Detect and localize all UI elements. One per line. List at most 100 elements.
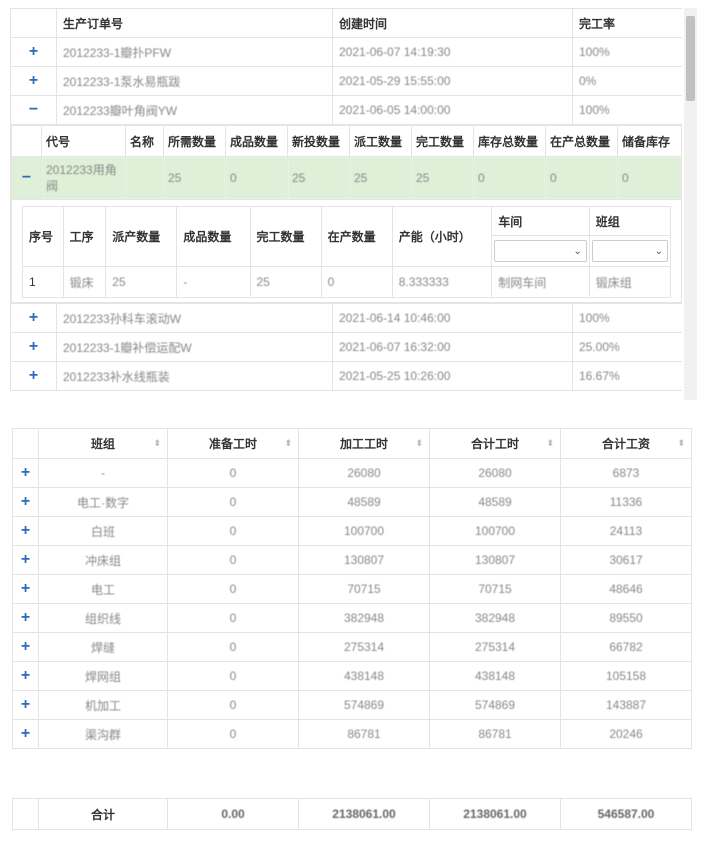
col-created[interactable]: 创建时间 — [332, 8, 573, 38]
col-prep-hours[interactable]: 准备工时 ⬍ — [167, 428, 299, 459]
sort-icon[interactable]: ⬍ — [415, 438, 423, 449]
total-wage: 546587.00 — [560, 798, 692, 830]
orders-panel: 生产订单号 创建时间 完工率 + 2012233-1瓣扑PFW 2021-06-… — [10, 8, 682, 400]
team-name: 渠沟群 — [38, 719, 168, 749]
summary-row[interactable]: + -0 26080 26080 6873 — [12, 458, 692, 488]
completion-rate: 100% — [572, 95, 682, 125]
col-rate[interactable]: 完工率 — [572, 8, 682, 38]
completion-rate: 16.67% — [572, 361, 682, 391]
order-row[interactable]: + 2012233-1瓣扑PFW 2021-06-07 14:19:30 100… — [10, 37, 682, 67]
summary-row[interactable]: + 组织线 0 382948 382948 89550 — [12, 603, 692, 633]
summary-row[interactable]: + 电工 0 70715 70715 48646 — [12, 574, 692, 604]
expand-icon[interactable]: + — [21, 638, 30, 655]
total-hours: 86781 — [429, 719, 561, 749]
team-summary-table: 班组 ⬍ 准备工时 ⬍ 加工工时 ⬍ 合计工时 ⬍ 合计工资 ⬍ + -0 26080 2608… — [12, 428, 692, 749]
totals-label: 合计 — [38, 798, 168, 830]
col-total-wage[interactable]: 合计工资 ⬍ — [560, 428, 692, 459]
col-code: 代号 — [41, 125, 126, 157]
order-row[interactable]: + 2012233-1泵水易瓶跋 2021-05-29 15:55:00 0% — [10, 66, 682, 96]
total-hours: 275314 — [429, 632, 561, 662]
component-header-row: 代号 名称 所需数量 成品数量 新投数量 派工数量 完工数量 库存总数量 在产总… — [11, 125, 682, 157]
expand-icon[interactable]: + — [21, 522, 30, 539]
proc-hours: 86781 — [298, 719, 430, 749]
expand-icon[interactable]: + — [21, 667, 30, 684]
sort-icon[interactable]: ⬍ — [153, 438, 161, 449]
order-row[interactable]: + 2012233孙科车滚动W 2021-06-14 10:46:00 100% — [10, 303, 682, 333]
col-wip-total: 在产总数量 — [545, 125, 618, 157]
expand-icon[interactable]: + — [21, 493, 30, 510]
orders-table: 生产订单号 创建时间 完工率 + 2012233-1瓣扑PFW 2021-06-… — [10, 8, 682, 391]
expand-icon[interactable]: + — [21, 464, 30, 481]
team-name: 白班 — [38, 516, 168, 546]
sort-icon[interactable]: ⬍ — [546, 438, 554, 449]
col-seq: 序号 — [22, 206, 64, 267]
team-name: 组织线 — [38, 603, 168, 633]
created-time: 2021-06-14 10:46:00 — [332, 303, 573, 333]
created-time: 2021-06-05 14:00:00 — [332, 95, 573, 125]
expand-icon[interactable]: + — [29, 367, 38, 384]
col-team[interactable]: 班组 ⬍ — [38, 428, 168, 459]
order-row-expanded[interactable]: − 2012233瓣叶角阀YW 2021-06-05 14:00:00 100% — [10, 95, 682, 125]
col-proc-hours[interactable]: 加工工时 ⬍ — [298, 428, 430, 459]
sort-icon[interactable]: ⬍ — [284, 438, 292, 449]
summary-row[interactable]: + 电工·数字 0 48589 48589 11336 — [12, 487, 692, 517]
orders-scrollbar[interactable] — [684, 8, 697, 400]
team-filter-select[interactable]: ⌄ — [591, 240, 668, 262]
component-row[interactable]: − 2012233用角阀 25 0 25 25 25 0 0 0 — [11, 156, 682, 200]
order-row[interactable]: + 2012233-1瓣补偿运配W 2021-06-07 16:32:00 25… — [10, 332, 682, 362]
scrollbar-thumb[interactable] — [686, 16, 695, 101]
expand-icon[interactable]: + — [21, 609, 30, 626]
dispatched-qty: 25 — [105, 266, 178, 298]
summary-row[interactable]: + 白班 0 100700 100700 24113 — [12, 516, 692, 546]
col-total-hours[interactable]: 合计工时 ⬍ — [429, 428, 561, 459]
created-time: 2021-06-07 16:32:00 — [332, 332, 573, 362]
total-hours: 70715 — [429, 574, 561, 604]
prep-hours: 0 — [167, 574, 299, 604]
new-qty: 25 — [287, 156, 350, 200]
summary-row[interactable]: + 机加工 0 574869 574869 143887 — [12, 690, 692, 720]
prep-hours: 0 — [167, 487, 299, 517]
team-summary-panel: 班组 ⬍ 准备工时 ⬍ 加工工时 ⬍ 合计工时 ⬍ 合计工资 ⬍ + -0 26080 2608… — [12, 428, 692, 749]
expand-icon[interactable]: + — [21, 580, 30, 597]
expand-icon[interactable]: + — [29, 309, 38, 326]
done-qty: 25 — [249, 266, 322, 298]
summary-row[interactable]: + 渠沟群 0 86781 86781 20246 — [12, 719, 692, 749]
col-order-no[interactable]: 生产订单号 — [56, 8, 333, 38]
completion-rate: 100% — [572, 303, 682, 333]
summary-row[interactable]: + 焊网组 0 438148 438148 105158 — [12, 661, 692, 691]
col-finished: 成品数量 — [176, 206, 251, 267]
order-row[interactable]: + 2012233补水线瓶装 2021-05-25 10:26:00 16.67… — [10, 361, 682, 391]
summary-row[interactable]: + 焊缝 0 275314 275314 66782 — [12, 632, 692, 662]
prep-hours: 0 — [167, 545, 299, 575]
capacity: 8.333333 — [391, 266, 493, 298]
expand-icon[interactable]: + — [21, 551, 30, 568]
expand-icon[interactable]: + — [29, 338, 38, 355]
collapse-icon[interactable]: − — [29, 101, 38, 118]
expand-icon[interactable]: + — [21, 696, 30, 713]
total-wage: 24113 — [560, 516, 692, 546]
prep-hours: 0 — [167, 516, 299, 546]
process-row[interactable]: 1 锻床 25 - 25 0 8.333333 制网车间 锻床组 — [22, 266, 672, 298]
order-no: 2012233-1泵水易瓶跋 — [56, 66, 333, 96]
total-wage: 20246 — [560, 719, 692, 749]
expand-icon[interactable]: + — [29, 72, 38, 89]
done-qty: 25 — [411, 156, 474, 200]
total-wage: 6873 — [560, 458, 692, 488]
workshop: 制网车间 — [491, 266, 590, 298]
proc-hours: 574869 — [298, 690, 430, 720]
order-no: 2012233-1瓣补偿运配W — [56, 332, 333, 362]
sort-icon[interactable]: ⬍ — [677, 438, 685, 449]
col-done: 完工数量 — [249, 206, 322, 267]
team-name: 机加工 — [38, 690, 168, 720]
summary-row[interactable]: + 冲床组 0 130807 130807 30617 — [12, 545, 692, 575]
total-hours: 382948 — [429, 603, 561, 633]
expand-icon[interactable]: + — [29, 43, 38, 60]
expand-icon[interactable]: + — [21, 725, 30, 742]
proc-hours: 275314 — [298, 632, 430, 662]
process-detail-row: 序号 工序 派产数量 成品数量 完工数量 在产数量 产能（小时） 车间 班组 ⌄… — [11, 199, 682, 303]
reserve-stock: 0 — [617, 156, 682, 200]
col-team: 班组 — [588, 206, 672, 236]
col-done-qty: 完工数量 — [411, 125, 474, 157]
collapse-icon[interactable]: − — [22, 169, 31, 186]
workshop-filter-select[interactable]: ⌄ — [494, 240, 587, 262]
